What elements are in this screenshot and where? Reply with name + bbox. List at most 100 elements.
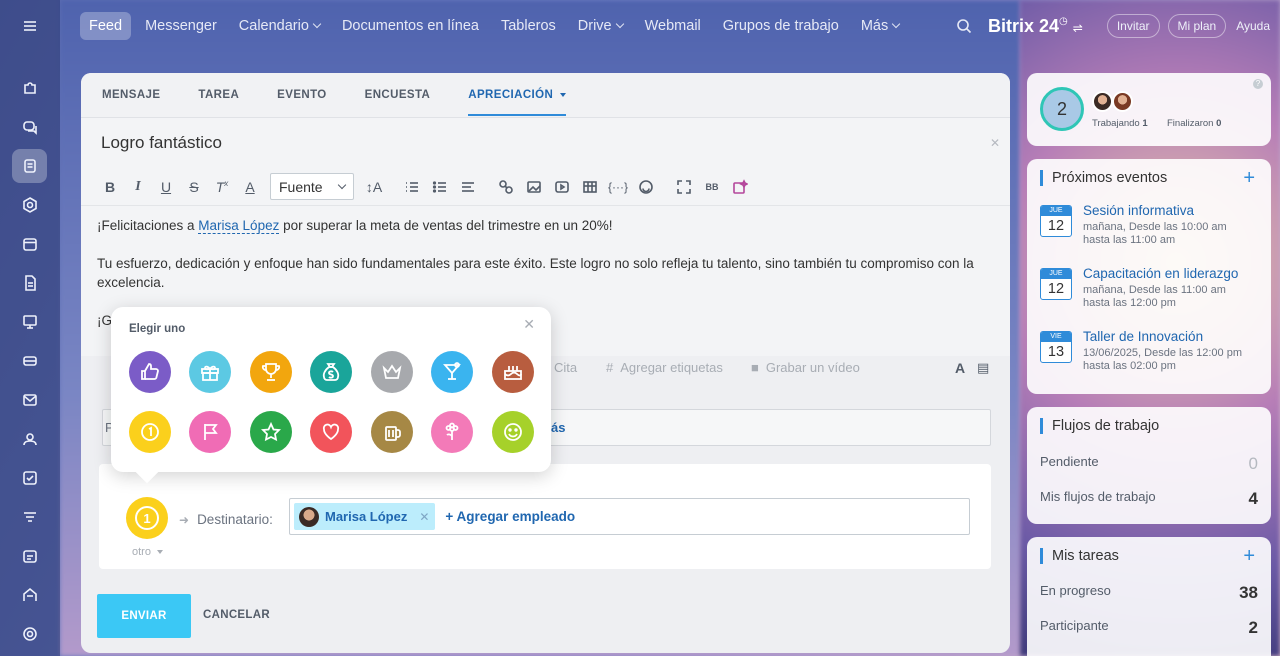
smile-icon[interactable] bbox=[492, 411, 534, 453]
event-title[interactable]: Sesión informativa bbox=[1083, 203, 1194, 218]
calendar-icon[interactable] bbox=[12, 227, 47, 261]
ordered-list-icon[interactable] bbox=[398, 179, 426, 195]
nav-calendario[interactable]: Calendario bbox=[239, 18, 322, 34]
gear-icon[interactable] bbox=[12, 617, 47, 651]
group-icon[interactable] bbox=[12, 422, 47, 456]
bullet-list-icon[interactable] bbox=[426, 179, 454, 195]
money-bag-icon[interactable] bbox=[310, 351, 352, 393]
employee-field[interactable]: Marisa López ✕ + Agregar empleado bbox=[289, 498, 970, 535]
font-size-icon[interactable]: ↕A bbox=[360, 179, 388, 195]
gift-icon[interactable] bbox=[189, 351, 231, 393]
recipient-chip[interactable]: Marisa López ✕ bbox=[294, 503, 436, 530]
record-video-button[interactable]: ■ Grabar un vídeo bbox=[751, 360, 860, 375]
emoji-icon[interactable] bbox=[632, 179, 660, 195]
bbcode-icon[interactable]: BB bbox=[698, 182, 726, 192]
heart-icon[interactable] bbox=[310, 411, 352, 453]
text-color-icon[interactable]: A bbox=[236, 179, 264, 195]
search-icon[interactable] bbox=[956, 18, 972, 34]
hexagon-icon[interactable] bbox=[12, 188, 47, 222]
workflow-pending-row[interactable]: Pendiente 0 bbox=[1040, 454, 1258, 474]
font-select[interactable]: Fuente bbox=[270, 173, 354, 200]
board-icon[interactable] bbox=[12, 305, 47, 339]
clear-format-icon[interactable]: Tx bbox=[208, 179, 236, 195]
feed-icon[interactable] bbox=[12, 149, 47, 183]
align-icon[interactable] bbox=[454, 179, 482, 195]
cocktail-icon[interactable] bbox=[431, 351, 473, 393]
post-title-input[interactable]: Logro fantástico bbox=[101, 133, 222, 153]
magic-icon[interactable] bbox=[726, 178, 754, 195]
medal-icon[interactable] bbox=[129, 411, 171, 453]
cancel-button[interactable]: CANCELAR bbox=[203, 609, 270, 621]
quote-button[interactable]: Cita bbox=[554, 360, 577, 375]
store-icon[interactable] bbox=[12, 578, 47, 612]
italic-icon[interactable]: I bbox=[124, 179, 152, 195]
tab-mensaje[interactable]: MENSAJE bbox=[102, 73, 160, 118]
send-button[interactable]: ENVIAR bbox=[97, 594, 191, 638]
status-count[interactable]: 2 bbox=[1040, 87, 1084, 131]
chat-icon[interactable] bbox=[12, 110, 47, 144]
nav-grupos[interactable]: Grupos de trabajo bbox=[723, 18, 839, 34]
nav-documentos[interactable]: Documentos en línea bbox=[342, 18, 479, 34]
close-icon[interactable]: ✕ bbox=[523, 316, 535, 333]
panel-icon[interactable]: ▤ bbox=[977, 360, 989, 376]
nav-webmail[interactable]: Webmail bbox=[645, 18, 701, 34]
underline-icon[interactable]: U bbox=[152, 179, 180, 195]
tab-tarea[interactable]: TAREA bbox=[198, 73, 239, 118]
tags-button[interactable]: # Agregar etiquetas bbox=[606, 360, 723, 375]
fullscreen-icon[interactable] bbox=[670, 179, 698, 195]
tab-encuesta[interactable]: ENCUESTA bbox=[365, 73, 431, 118]
tab-evento[interactable]: EVENTO bbox=[277, 73, 326, 118]
video-icon[interactable] bbox=[548, 179, 576, 195]
close-icon[interactable]: ✕ bbox=[990, 136, 1000, 150]
card-icon[interactable] bbox=[12, 344, 47, 378]
help-icon[interactable]: ? bbox=[1253, 79, 1263, 89]
crown-icon[interactable] bbox=[371, 351, 413, 393]
tasks-participant-row[interactable]: Participante 2 bbox=[1040, 618, 1258, 638]
image-icon[interactable] bbox=[520, 179, 548, 195]
brand-logo[interactable]: Bitrix 24◷ ⇌ bbox=[988, 16, 1083, 37]
workflows-widget: Flujos de trabajo Pendiente 0 Mis flujos … bbox=[1027, 407, 1271, 524]
medal-icon[interactable]: 1 bbox=[126, 497, 168, 539]
nav-mas[interactable]: Más bbox=[861, 18, 901, 34]
event-title[interactable]: Taller de Innovación bbox=[1083, 329, 1203, 344]
nav-messenger[interactable]: Messenger bbox=[145, 18, 217, 34]
tasks-progress-row[interactable]: En progreso 38 bbox=[1040, 583, 1258, 603]
thumbs-up-icon[interactable] bbox=[129, 351, 171, 393]
help-button[interactable]: Ayuda bbox=[1236, 19, 1270, 33]
plan-button[interactable]: Mi plan bbox=[1167, 14, 1227, 38]
strikethrough-icon[interactable]: S bbox=[180, 179, 208, 195]
puzzle-icon[interactable] bbox=[12, 71, 47, 105]
caret-down-icon bbox=[560, 93, 567, 97]
text-format-icon[interactable]: A bbox=[955, 360, 965, 376]
link-icon[interactable] bbox=[492, 179, 520, 195]
invite-button[interactable]: Invitar bbox=[1106, 14, 1160, 38]
add-employee-link[interactable]: + Agregar empleado bbox=[445, 509, 575, 524]
menu-icon[interactable] bbox=[12, 9, 47, 43]
flag-icon[interactable] bbox=[189, 411, 231, 453]
mail-icon[interactable] bbox=[12, 383, 47, 417]
task-icon[interactable] bbox=[12, 461, 47, 495]
star-icon[interactable] bbox=[250, 411, 292, 453]
add-event-icon[interactable]: + bbox=[1243, 167, 1255, 190]
mention-marisa[interactable]: Marisa López bbox=[198, 218, 280, 234]
recipients-more-link[interactable]: ás bbox=[551, 420, 565, 435]
table-icon[interactable] bbox=[576, 179, 604, 195]
nav-feed[interactable]: Feed bbox=[80, 12, 132, 40]
remove-icon[interactable]: ✕ bbox=[419, 510, 429, 524]
beer-icon[interactable] bbox=[371, 411, 413, 453]
event-title[interactable]: Capacitación en liderazgo bbox=[1083, 266, 1238, 281]
tab-apreciacion[interactable]: APRECIACIÓN bbox=[468, 73, 567, 118]
code-icon[interactable]: {···} bbox=[604, 180, 632, 194]
funnel-icon[interactable] bbox=[12, 500, 47, 534]
trophy-icon[interactable] bbox=[250, 351, 292, 393]
nav-drive[interactable]: Drive bbox=[578, 18, 624, 34]
workflow-mine-row[interactable]: Mis flujos de trabajo 4 bbox=[1040, 489, 1258, 509]
bold-icon[interactable]: B bbox=[96, 179, 124, 195]
schedule-icon[interactable] bbox=[12, 539, 47, 573]
add-task-icon[interactable]: + bbox=[1243, 545, 1255, 568]
cake-icon[interactable] bbox=[492, 351, 534, 393]
nav-tableros[interactable]: Tableros bbox=[501, 18, 556, 34]
badge-type-select[interactable]: otro bbox=[132, 546, 163, 558]
document-icon[interactable] bbox=[12, 266, 47, 300]
flower-icon[interactable] bbox=[431, 411, 473, 453]
